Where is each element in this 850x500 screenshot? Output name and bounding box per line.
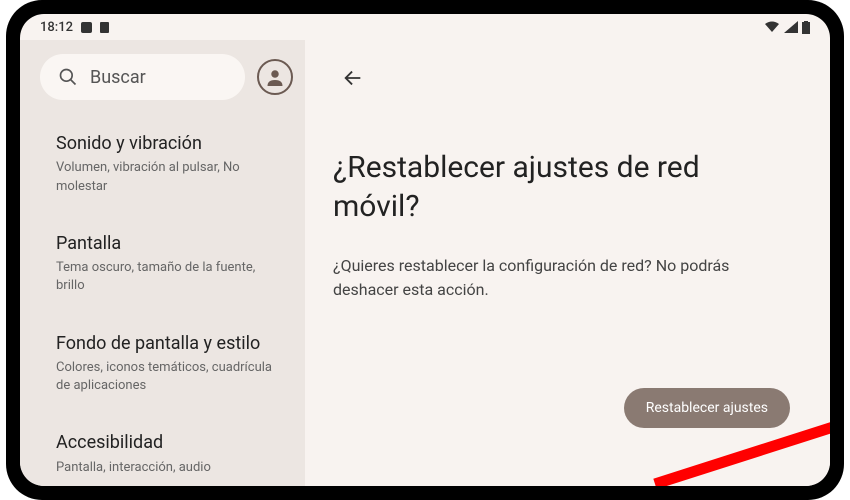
search-icon	[58, 67, 78, 87]
sidebar-item-accessibility[interactable]: Accesibilidad Pantalla, interacción, aud…	[56, 413, 305, 486]
status-card-icon	[100, 22, 109, 33]
sidebar-item-sound[interactable]: Sonido y vibración Volumen, vibración al…	[56, 114, 305, 214]
sidebar-item-subtitle: Colores, iconos temáticos, cuadrícula de…	[56, 359, 285, 395]
signal-icon	[784, 21, 798, 33]
page-description: ¿Quieres restablecer la configuración de…	[333, 254, 790, 302]
search-input[interactable]: Buscar	[40, 54, 245, 100]
back-button[interactable]	[333, 58, 373, 98]
settings-list: Sonido y vibración Volumen, vibración al…	[20, 114, 305, 486]
status-time: 18:12	[40, 20, 73, 35]
back-arrow-icon	[342, 67, 364, 89]
screen: 18:12 Buscar	[20, 14, 830, 486]
sidebar-item-subtitle: Pantalla, interacción, audio	[56, 459, 285, 477]
tablet-frame: 18:12 Buscar	[6, 0, 844, 500]
main-panel: ¿Restablecer ajustes de red móvil? ¿Quie…	[305, 40, 830, 486]
sidebar-item-title: Pantalla	[56, 232, 285, 255]
content: Buscar Sonido y vibración Volumen, vibra…	[20, 40, 830, 486]
status-bar: 18:12	[20, 14, 830, 40]
status-right	[764, 21, 810, 34]
status-left: 18:12	[40, 20, 109, 35]
reset-button[interactable]: Restablecer ajustes	[624, 388, 790, 428]
search-placeholder: Buscar	[90, 67, 146, 88]
sidebar-item-title: Accesibilidad	[56, 431, 285, 454]
status-badge-icon	[81, 22, 92, 33]
battery-icon	[802, 21, 810, 34]
sidebar-item-wallpaper[interactable]: Fondo de pantalla y estilo Colores, icon…	[56, 314, 305, 414]
sidebar-item-title: Sonido y vibración	[56, 132, 285, 155]
sidebar: Buscar Sonido y vibración Volumen, vibra…	[20, 40, 305, 486]
sidebar-item-subtitle: Volumen, vibración al pulsar, No molesta…	[56, 159, 285, 195]
wifi-icon	[764, 21, 780, 33]
sidebar-item-title: Fondo de pantalla y estilo	[56, 332, 285, 355]
profile-icon	[266, 68, 284, 86]
sidebar-item-display[interactable]: Pantalla Tema oscuro, tamaño de la fuent…	[56, 214, 305, 314]
sidebar-item-subtitle: Tema oscuro, tamaño de la fuente, brillo	[56, 259, 285, 295]
page-title: ¿Restablecer ajustes de red móvil?	[333, 148, 790, 226]
profile-button[interactable]	[257, 59, 293, 95]
search-row: Buscar	[20, 54, 305, 114]
